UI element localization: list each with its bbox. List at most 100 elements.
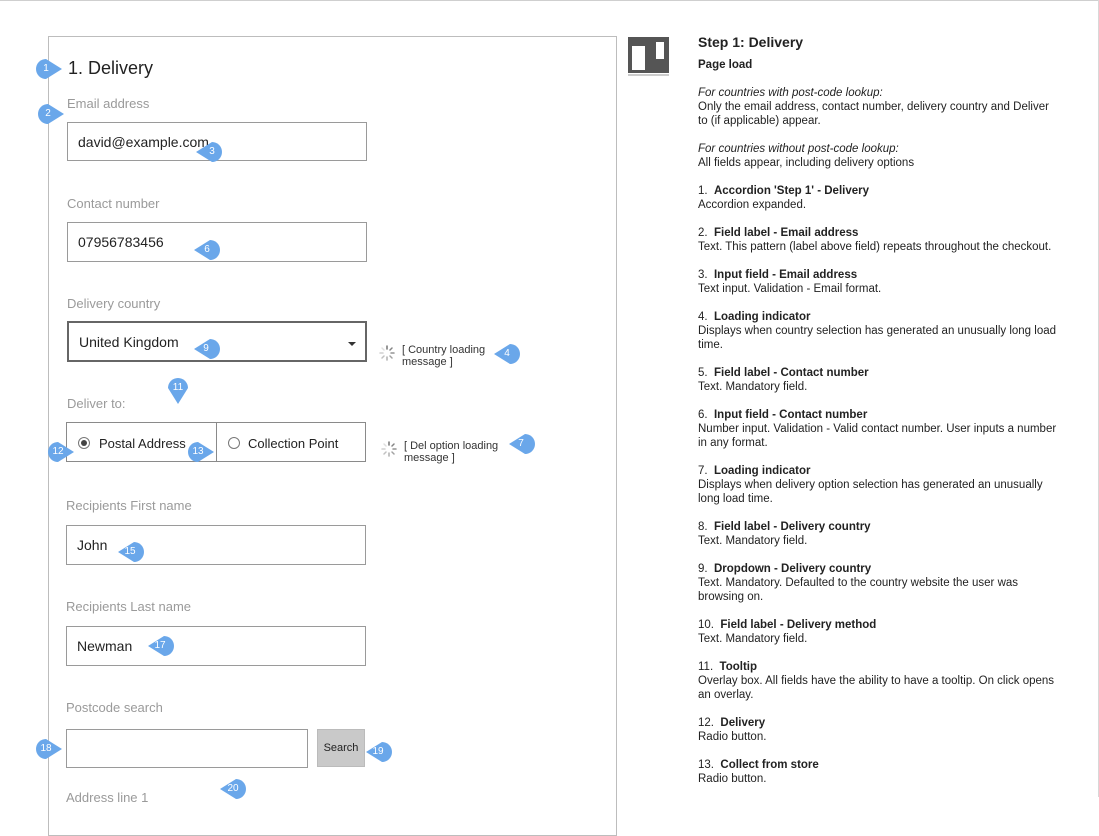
notes-item-title: Loading indicator (713, 311, 811, 323)
notes-item-text: Accordion expanded. (698, 199, 807, 211)
notes-item-number: 2. (698, 227, 708, 239)
notes-item-title: Dropdown - Delivery country (713, 563, 872, 575)
notes-item-title: Field label - Contact number (713, 367, 869, 379)
notes-item-number: 7. (698, 465, 708, 477)
country-value: United Kingdom (79, 333, 179, 350)
layout-thumbnail-icon[interactable] (628, 37, 669, 76)
notes-item-title: Delivery (720, 717, 766, 729)
del-option-loading-message: [ Del option loading message ] (404, 440, 499, 464)
notes-paragraph-postcode-lookup: For countries with post-code lookup: Onl… (698, 86, 1058, 128)
notes-item-title: Field label - Email address (713, 227, 859, 239)
notes-item-heading: 10. Field label - Delivery method (698, 618, 1058, 632)
notes-item-heading: 12. Delivery (698, 716, 1058, 730)
notes-item-number: 3. (698, 269, 708, 281)
notes-item-title: Field label - Delivery method (720, 619, 877, 631)
notes-item-title: Loading indicator (713, 465, 811, 477)
country-label: Delivery country (67, 296, 161, 311)
notes-paragraph-no-postcode-lookup: For countries without post-code lookup: … (698, 142, 1058, 170)
collection-point-option[interactable]: Collection Point (216, 422, 366, 462)
notes-item-number: 10. (698, 619, 714, 631)
notes-p1-text: Only the email address, contact number, … (698, 101, 1049, 127)
address-line1-label: Address line 1 (66, 790, 149, 805)
notes-item: 12. Delivery Radio button. (698, 716, 1058, 744)
last-name-field[interactable]: Newman (66, 626, 366, 666)
notes-item-text: Number input. Validation - Valid contact… (698, 423, 1057, 449)
email-label: Email address (67, 96, 150, 111)
notes-item-title: Collect from store (720, 759, 819, 771)
email-value: david@example.com (78, 133, 209, 150)
notes-item-title: Accordion 'Step 1' - Delivery (713, 185, 869, 197)
notes-item-heading: 3. Input field - Email address (698, 268, 1058, 282)
notes-item: 9. Dropdown - Delivery country Text. Mand… (698, 562, 1058, 604)
postal-address-radio[interactable] (78, 437, 90, 449)
notes-item: 4. Loading indicator Displays when countr… (698, 310, 1058, 352)
contact-value: 07956783456 (78, 234, 164, 250)
notes-item-title: Input field - Contact number (713, 409, 868, 421)
first-name-label: Recipients First name (66, 498, 192, 513)
notes-item-heading: 7. Loading indicator (698, 464, 1058, 478)
notes-item-text: Overlay box. All fields have the ability… (698, 675, 1055, 701)
collection-point-label: Collection Point (248, 436, 339, 451)
notes-item-number: 4. (698, 311, 708, 323)
notes-item-text: Text. Mandatory field. (698, 381, 808, 393)
notes-item: 10. Field label - Delivery method Text. M… (698, 618, 1058, 646)
notes-item: 1. Accordion 'Step 1' - Delivery Accordio… (698, 184, 1058, 212)
notes-item: 6. Input field - Contact number Number in… (698, 408, 1058, 450)
notes-item-heading: 11. Tooltip (698, 660, 1058, 674)
spinner-icon (379, 345, 395, 361)
notes-item-heading: 5. Field label - Contact number (698, 366, 1058, 380)
last-name-value: Newman (77, 638, 133, 654)
notes-item-heading: 6. Input field - Contact number (698, 408, 1058, 422)
notes-item: 13. Collect from store Radio button. (698, 758, 1058, 786)
notes-item-text: Text. Mandatory field. (698, 633, 808, 645)
frame-top-border (0, 0, 1099, 1)
notes-title: Step 1: Delivery (698, 34, 804, 50)
notes-p1-italic: For countries with post-code lookup: (698, 87, 883, 99)
notes-item: 8. Field label - Delivery country Text. M… (698, 520, 1058, 548)
country-loading-message: [ Country loading message ] (402, 344, 486, 368)
notes-item-number: 6. (698, 409, 708, 421)
notes-item-number: 12. (698, 717, 714, 729)
notes-item-heading: 8. Field label - Delivery country (698, 520, 1058, 534)
notes-item-text: Text. This pattern (label above field) r… (698, 241, 1052, 253)
notes-item: 11. Tooltip Overlay box. All fields have … (698, 660, 1058, 702)
notes-item-text: Radio button. (698, 731, 767, 743)
postcode-label: Postcode search (66, 700, 163, 715)
notes-p2-text: All fields appear, including delivery op… (698, 157, 915, 169)
notes-item-title: Field label - Delivery country (713, 521, 871, 533)
notes-item-title: Input field - Email address (713, 269, 858, 281)
first-name-field[interactable]: John (66, 525, 366, 565)
chevron-down-icon (348, 342, 356, 346)
postcode-search-input[interactable] (66, 729, 308, 768)
postcode-search-button[interactable]: Search (317, 729, 365, 767)
notes-item-number: 1. (698, 185, 708, 197)
collection-point-radio[interactable] (228, 437, 240, 449)
notes-item-text: Radio button. (698, 773, 767, 785)
notes-item-text: Displays when country selection has gene… (698, 325, 1057, 351)
notes-item-heading: 4. Loading indicator (698, 310, 1058, 324)
annotation-notes: Step 1: Delivery Page load For countries… (698, 34, 1058, 800)
notes-subtitle: Page load (698, 59, 753, 71)
notes-item-text: Text. Mandatory. Defaulted to the countr… (698, 577, 1019, 603)
notes-item-heading: 1. Accordion 'Step 1' - Delivery (698, 184, 1058, 198)
notes-item: 2. Field label - Email address Text. This… (698, 226, 1058, 254)
notes-item-heading: 13. Collect from store (698, 758, 1058, 772)
notes-item-number: 8. (698, 521, 708, 533)
notes-item-number: 9. (698, 563, 708, 575)
notes-item-number: 11. (698, 661, 714, 673)
notes-item: 7. Loading indicator Displays when delive… (698, 464, 1058, 506)
notes-item: 3. Input field - Email address Text input… (698, 268, 1058, 296)
notes-item-title: Tooltip (719, 661, 757, 673)
notes-item-text: Text. Mandatory field. (698, 535, 808, 547)
last-name-label: Recipients Last name (66, 599, 192, 614)
notes-item-list: 1. Accordion 'Step 1' - Delivery Accordio… (698, 184, 1058, 786)
postal-address-label: Postal Address (99, 436, 186, 451)
deliver-to-label: Deliver to: (67, 396, 126, 411)
notes-item-text: Text input. Validation - Email format. (698, 283, 882, 295)
notes-item-number: 5. (698, 367, 708, 379)
notes-item-text: Displays when delivery option selection … (698, 479, 1043, 505)
accordion-step-heading[interactable]: 1. Delivery (68, 58, 153, 79)
notes-item-number: 13. (698, 759, 714, 771)
spinner-icon (381, 441, 397, 457)
contact-label: Contact number (67, 196, 160, 211)
